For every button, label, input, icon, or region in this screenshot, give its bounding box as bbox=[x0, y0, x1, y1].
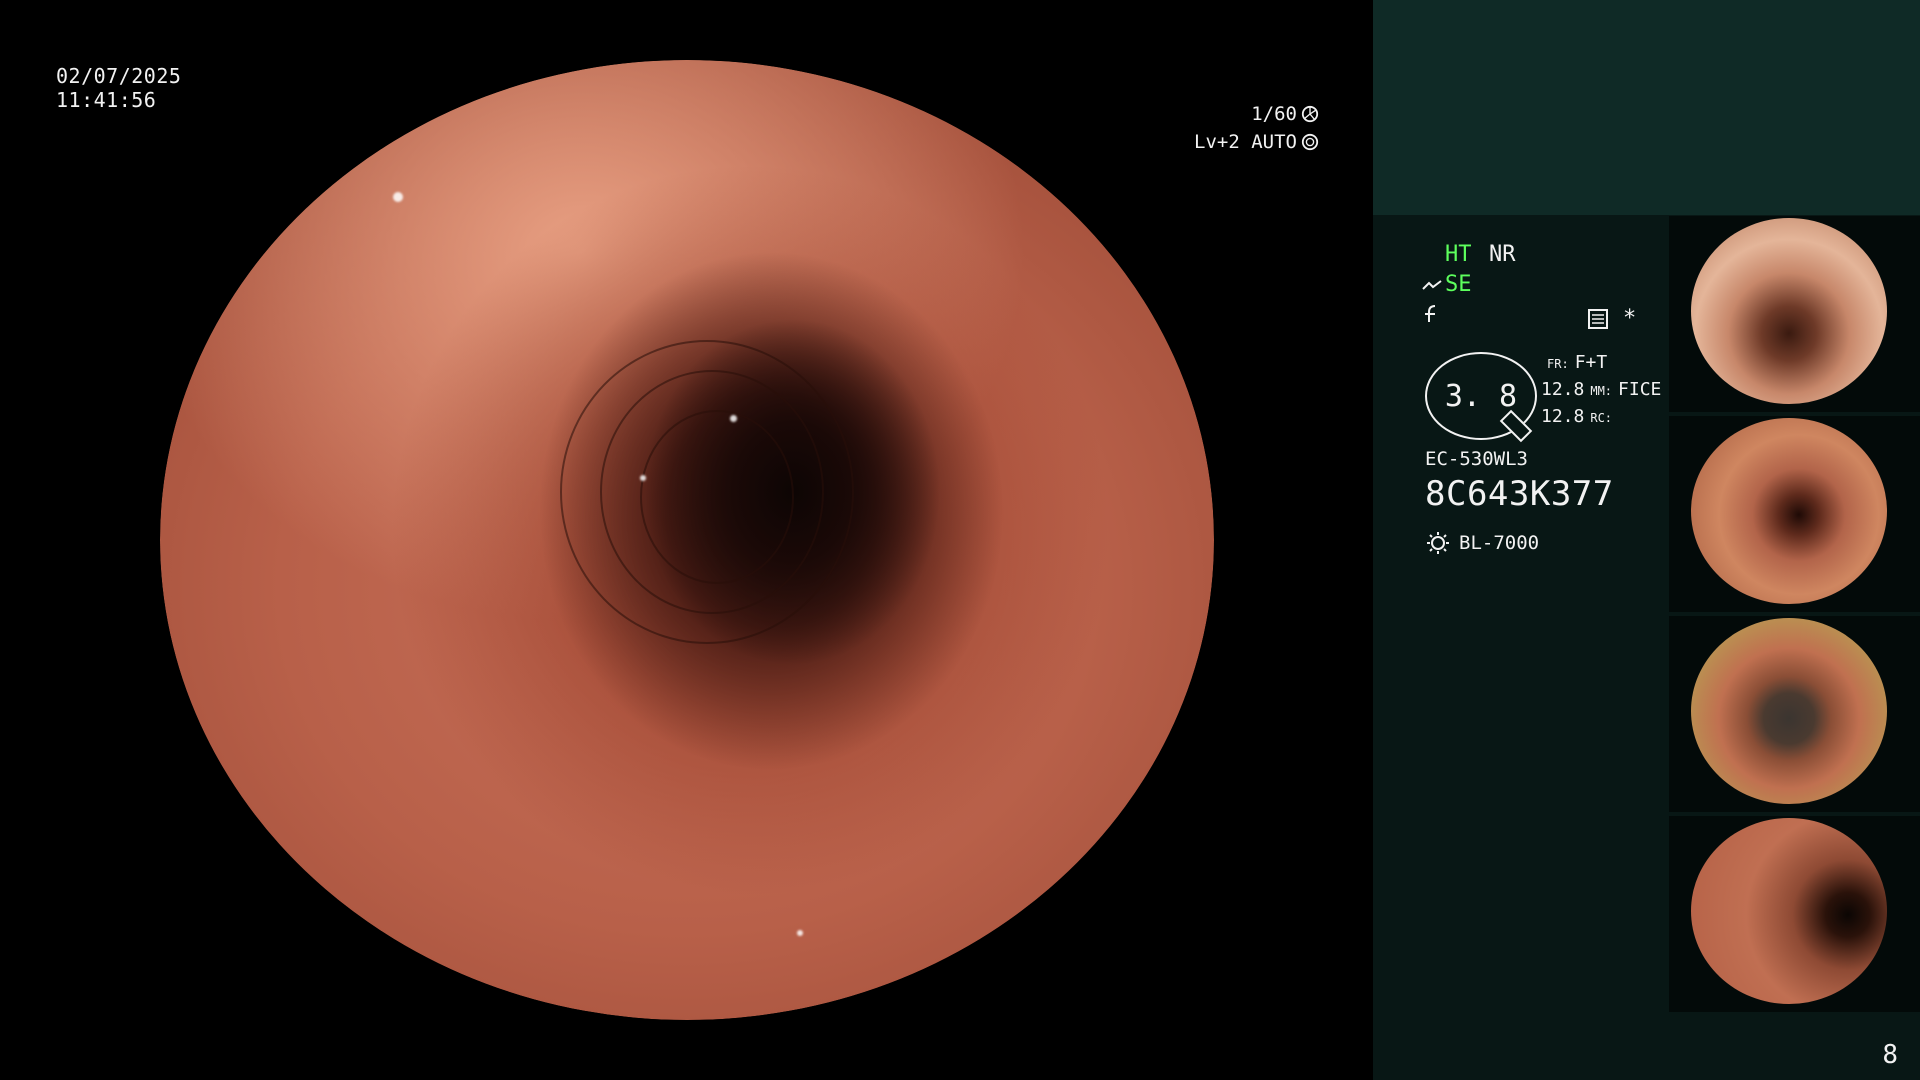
shutter-icon bbox=[1301, 105, 1319, 123]
thumbnail[interactable] bbox=[1669, 216, 1920, 412]
side-header bbox=[1373, 0, 1920, 215]
shutter-text: 1/60 bbox=[1251, 103, 1297, 125]
camera-settings: 1/60 Lv+2 AUTO bbox=[1194, 100, 1319, 156]
scope-serial: 8C643K377 bbox=[1425, 474, 1614, 514]
side-panel: HT NR SE * 3. 8 FR: F+T 12.8 MM: FICE 12.8 R… bbox=[1373, 0, 1920, 1080]
iris-icon bbox=[1301, 133, 1319, 151]
lumen-ring bbox=[640, 410, 794, 584]
thumbnail[interactable] bbox=[1669, 816, 1920, 1012]
fr-label: FR: bbox=[1547, 357, 1569, 371]
light-reflection bbox=[393, 192, 403, 202]
storage-icon bbox=[1588, 308, 1608, 329]
param-value-2: 12.8 bbox=[1541, 406, 1585, 427]
light-source-icon bbox=[1427, 532, 1449, 554]
thumbnail-strip bbox=[1669, 216, 1920, 1016]
se-text: SE bbox=[1445, 272, 1472, 297]
nr-indicator: NR bbox=[1489, 242, 1516, 267]
datetime: 02/07/2025 11:41:56 bbox=[56, 64, 181, 112]
endoscope-view bbox=[160, 60, 1214, 1020]
light-reflection bbox=[730, 415, 737, 422]
storage-indicators: * bbox=[1587, 306, 1636, 331]
date-text: 02/07/2025 bbox=[56, 64, 182, 88]
zoom-indicator: 3. 8 bbox=[1425, 352, 1537, 443]
iris-text: Lv+2 AUTO bbox=[1194, 131, 1297, 153]
main-view: 02/07/2025 11:41:56 1/60 Lv+2 AUTO bbox=[0, 0, 1373, 1080]
thumbnail[interactable] bbox=[1669, 616, 1920, 812]
rc-label: RC: bbox=[1590, 411, 1613, 425]
star-indicator: * bbox=[1623, 306, 1637, 331]
ht-indicator: HT bbox=[1445, 242, 1472, 267]
mm-value: FICE bbox=[1618, 379, 1662, 400]
light-source: BL-7000 bbox=[1425, 530, 1539, 556]
lens-icon bbox=[1499, 409, 1533, 443]
thumbnail[interactable] bbox=[1669, 416, 1920, 612]
page-number: 8 bbox=[1882, 1040, 1898, 1070]
mm-label: MM: bbox=[1590, 384, 1613, 398]
video-params: FR: F+T 12.8 MM: FICE 12.8 RC: bbox=[1541, 350, 1661, 431]
scope-model: EC-530WL3 bbox=[1425, 448, 1528, 470]
se-indicator: SE bbox=[1421, 272, 1472, 297]
se-icon bbox=[1422, 279, 1442, 290]
light-reflection bbox=[640, 475, 646, 481]
time-text: 11:41:56 bbox=[56, 88, 157, 112]
light-source-text: BL-7000 bbox=[1459, 532, 1540, 554]
zoom-value: 3. 8 bbox=[1444, 378, 1518, 414]
f-icon bbox=[1421, 304, 1441, 329]
fr-value: F+T bbox=[1574, 352, 1608, 373]
light-reflection bbox=[797, 930, 803, 936]
param-value-1: 12.8 bbox=[1541, 379, 1585, 400]
